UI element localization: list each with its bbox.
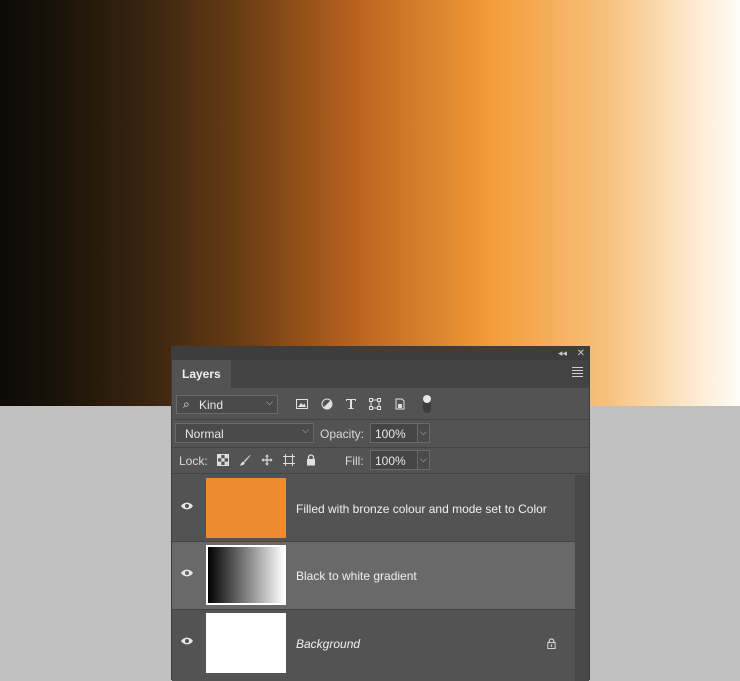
layers-scrollbar[interactable] — [575, 475, 589, 681]
tab-layers[interactable]: Layers — [172, 360, 231, 388]
blend-row: Normal ⌵ Opacity: 100% ⌵ — [172, 422, 589, 446]
shape-filter-icon[interactable] — [369, 398, 381, 410]
opacity-value: 100% — [375, 427, 406, 441]
smart-object-filter-icon[interactable] — [394, 398, 406, 410]
image-filter-icon[interactable] — [296, 398, 308, 410]
fill-label: Fill: — [345, 454, 364, 468]
eye-icon[interactable] — [180, 501, 194, 511]
layers-list: Filled with bronze colour and mode set t… — [172, 475, 575, 681]
fill-value: 100% — [375, 454, 406, 468]
lock-label: Lock: — [179, 454, 208, 468]
search-icon: ⌕ — [183, 397, 190, 411]
panel-titlebar[interactable]: ◂◂ ✕ — [172, 347, 589, 360]
layer-row[interactable]: Black to white gradient — [172, 542, 575, 610]
collapse-panel-icon[interactable]: ◂◂ — [558, 347, 567, 360]
adjustment-filter-icon[interactable] — [321, 398, 333, 410]
layer-name[interactable]: Filled with bronze colour and mode set t… — [296, 502, 547, 516]
type-filter-icon[interactable] — [345, 398, 357, 410]
filter-kind-select[interactable]: ⌕ Kind ⌵ — [176, 395, 278, 414]
layer-name[interactable]: Background — [296, 637, 360, 651]
lock-artboard-icon[interactable] — [283, 454, 295, 466]
opacity-field[interactable]: 100% — [370, 423, 418, 443]
blend-mode-value: Normal — [185, 427, 224, 441]
layer-thumbnail[interactable] — [206, 545, 286, 605]
chevron-down-icon: ⌵ — [302, 425, 309, 435]
chevron-down-icon: ⌵ — [420, 427, 427, 437]
lock-icon[interactable] — [546, 638, 557, 649]
lock-image-pixels-icon[interactable] — [239, 454, 251, 466]
lock-all-icon[interactable] — [305, 454, 317, 466]
panel-tab-bar: Layers — [172, 360, 589, 388]
fill-dropdown[interactable]: ⌵ — [418, 450, 430, 470]
blend-mode-select[interactable]: Normal ⌵ — [175, 423, 314, 443]
filter-kind-label: Kind — [199, 398, 224, 412]
lock-row: Lock: Fill: 100% ⌵ — [172, 449, 589, 473]
chevron-down-icon: ⌵ — [420, 454, 427, 464]
close-icon[interactable]: ✕ — [577, 347, 585, 360]
opacity-label: Opacity: — [320, 427, 365, 441]
filter-toggle-icon[interactable] — [423, 395, 431, 413]
layer-name[interactable]: Black to white gradient — [296, 569, 417, 583]
lock-position-icon[interactable] — [261, 454, 273, 466]
layer-thumbnail[interactable] — [206, 478, 286, 538]
chevron-down-icon: ⌵ — [266, 397, 273, 407]
layer-filter-row: ⌕ Kind ⌵ — [172, 394, 589, 418]
layer-row[interactable]: Background — [172, 610, 575, 681]
layer-thumbnail[interactable] — [206, 613, 286, 673]
layers-panel: ◂◂ ✕ Layers ⌕ Kind ⌵ Normal ⌵ Opacity: 1… — [171, 346, 590, 681]
layer-row[interactable]: Filled with bronze colour and mode set t… — [172, 475, 575, 542]
eye-icon[interactable] — [180, 568, 194, 578]
fill-field[interactable]: 100% — [370, 450, 418, 470]
panel-menu-icon[interactable] — [572, 367, 583, 377]
eye-icon[interactable] — [180, 636, 194, 646]
lock-transparent-pixels-icon[interactable] — [217, 454, 229, 466]
opacity-dropdown[interactable]: ⌵ — [418, 423, 430, 443]
